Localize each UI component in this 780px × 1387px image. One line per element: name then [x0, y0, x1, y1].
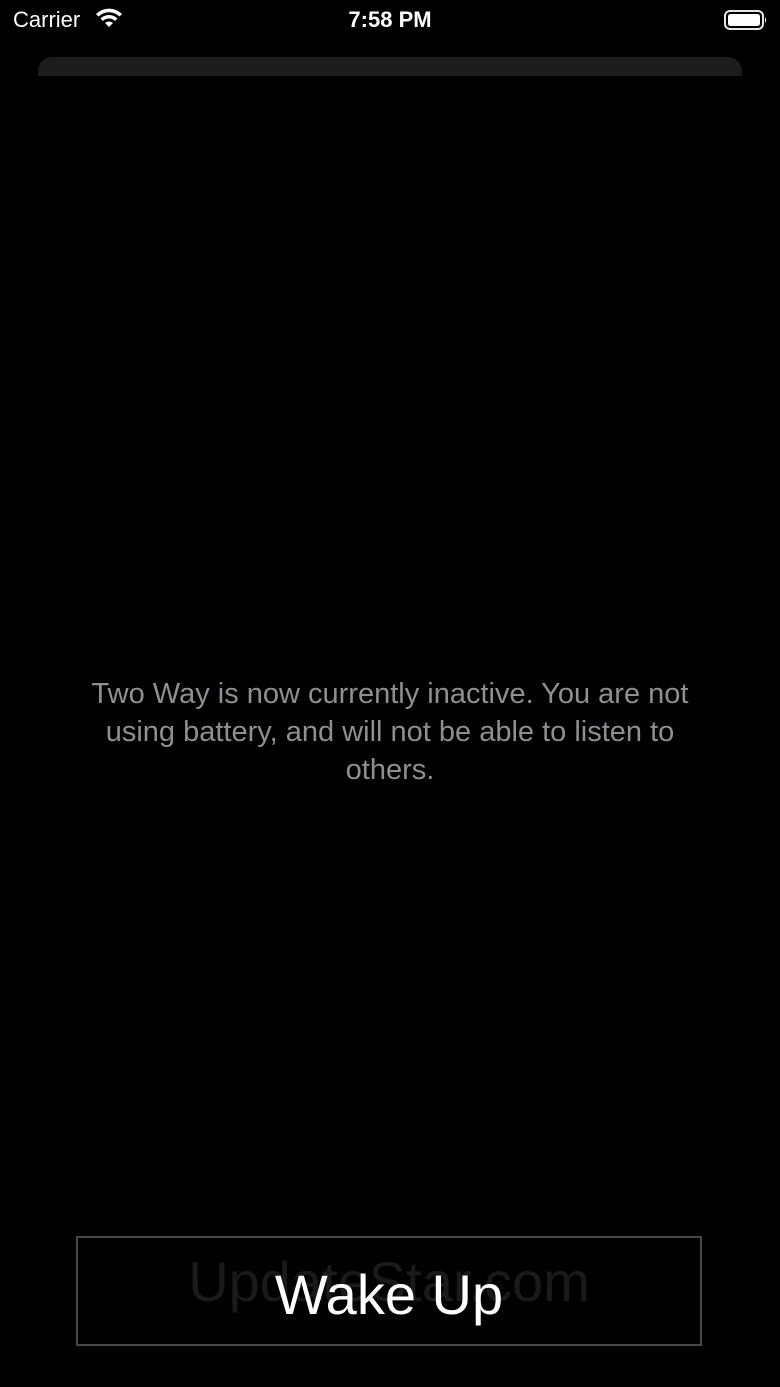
wake-up-label: Wake Up: [274, 1263, 504, 1326]
status-bar: Carrier 7:58 PM: [0, 0, 780, 40]
battery-full-icon: [724, 10, 767, 30]
wake-up-button[interactable]: UpdateStar.com Wake Up: [76, 1236, 702, 1346]
inactive-message: Two Way is now currently inactive. You a…: [91, 678, 689, 786]
modal-background: [0, 76, 780, 116]
status-time: 7:58 PM: [348, 7, 432, 32]
